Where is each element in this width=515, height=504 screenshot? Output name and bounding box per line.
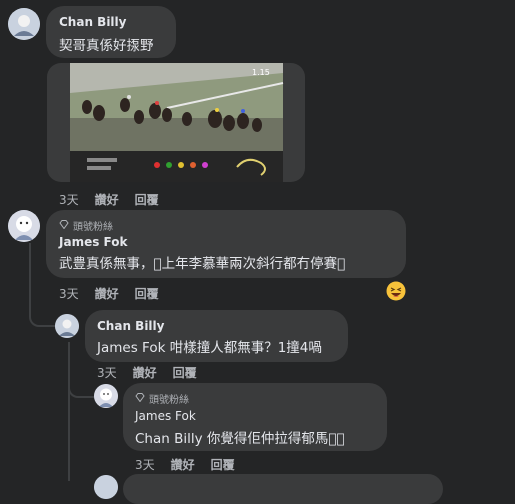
diamond-icon [59, 219, 69, 232]
comment-author[interactable]: James Fok [135, 409, 196, 423]
comment-time[interactable]: 3天 [59, 285, 79, 302]
like-button[interactable]: 讚好 [95, 285, 119, 302]
thread-line [29, 243, 31, 303]
comment-author[interactable]: Chan Billy [59, 15, 126, 29]
video-overlay-time: 1.15 [252, 68, 270, 77]
comment-bubble [123, 474, 443, 504]
laughing-reaction-icon[interactable] [386, 281, 406, 301]
top-fan-badge: 頭號粉絲 [59, 218, 113, 233]
avatar[interactable] [8, 8, 40, 40]
comment-bubble: 頭號粉絲 James Fok 武豊真係無事，󾌵上年李慕華兩次斜行都冇停賽󾌵 [46, 210, 406, 278]
comment-author[interactable]: Chan Billy [97, 319, 164, 333]
like-button[interactable]: 讚好 [171, 456, 195, 473]
like-button[interactable]: 讚好 [133, 364, 157, 381]
video-thumbnail[interactable]: 1.15 [47, 63, 305, 182]
comment-actions: 3天 讚好 回覆 [59, 191, 159, 208]
comment-text: 契哥真係好揼野 [59, 38, 154, 54]
comment-bubble: Chan Billy James Fok 咁樣撞人都無事？1撞4喎 [85, 310, 348, 362]
thread-connector [68, 380, 94, 398]
comment-time[interactable]: 3天 [135, 456, 155, 473]
top-fan-badge: 頭號粉絲 [135, 391, 189, 406]
comment-text: James Fok 咁樣撞人都無事？1撞4喎 [97, 340, 322, 356]
avatar[interactable] [55, 314, 79, 338]
reply-button[interactable]: 回覆 [173, 364, 197, 381]
comment-actions: 3天 讚好 回覆 [59, 285, 159, 302]
badge-label: 頭號粉絲 [149, 395, 189, 406]
comment-author[interactable]: James Fok [59, 235, 127, 249]
thread-connector [29, 303, 55, 327]
like-button[interactable]: 讚好 [95, 191, 119, 208]
reply-button[interactable]: 回覆 [135, 191, 159, 208]
comment-text: 武豊真係無事，󾌵上年李慕華兩次斜行都冇停賽󾌵 [59, 256, 346, 272]
reply-button[interactable]: 回覆 [211, 456, 235, 473]
reply-button[interactable]: 回覆 [135, 285, 159, 302]
avatar[interactable] [94, 384, 118, 408]
avatar[interactable] [94, 475, 118, 499]
comment-time[interactable]: 3天 [59, 191, 79, 208]
comment-time[interactable]: 3天 [97, 364, 117, 381]
comment-bubble: Chan Billy 契哥真係好揼野 [46, 6, 176, 58]
comment-actions: 3天 讚好 回覆 [135, 456, 235, 473]
comment-bubble: 頭號粉絲 James Fok Chan Billy 你覺得佢仲拉得郁馬󾌵？ [123, 383, 387, 451]
avatar[interactable] [8, 210, 40, 242]
diamond-icon [135, 392, 145, 405]
comment-text: Chan Billy 你覺得佢仲拉得郁馬󾌵？ [135, 431, 345, 447]
comment-actions: 3天 讚好 回覆 [97, 364, 197, 381]
badge-label: 頭號粉絲 [73, 222, 113, 233]
thread-line [68, 342, 70, 481]
